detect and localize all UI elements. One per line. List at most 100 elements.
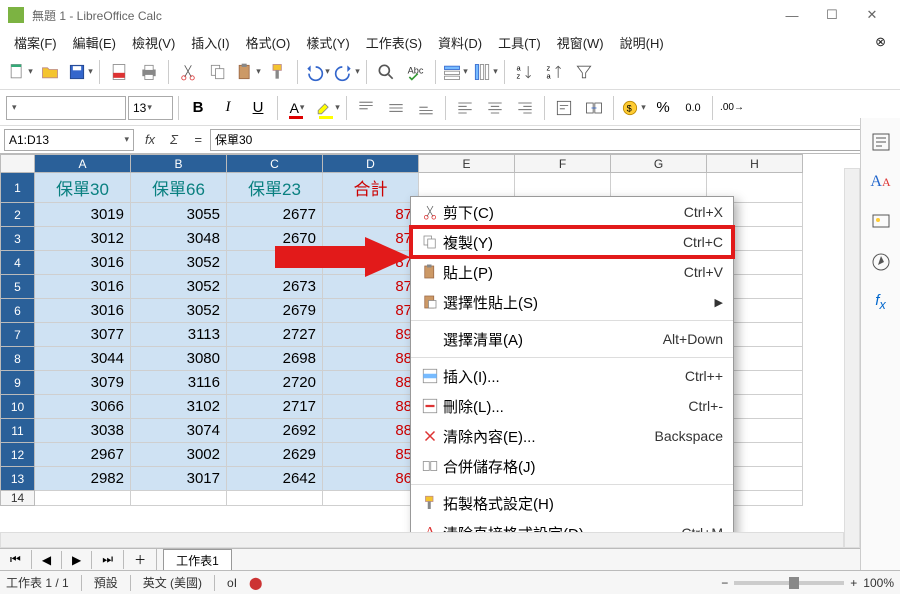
- menu-format[interactable]: 格式(O): [238, 30, 299, 55]
- ctx-paste-special-label: 選擇性貼上(S): [443, 292, 709, 313]
- menu-data[interactable]: 資料(D): [430, 30, 490, 55]
- tab-add-button[interactable]: ＋: [124, 549, 157, 570]
- sheet-tab-1[interactable]: 工作表1: [163, 549, 232, 571]
- menu-styles[interactable]: 樣式(Y): [298, 30, 357, 55]
- paste-button[interactable]: [234, 58, 262, 86]
- ctx-delete[interactable]: 刪除(L)... Ctrl+-: [411, 391, 733, 421]
- insert-cells-icon: [417, 367, 443, 385]
- align-top-button[interactable]: [352, 94, 380, 122]
- ctx-list[interactable]: 選擇清單(A) Alt+Down: [411, 324, 733, 354]
- sidebar-properties-icon[interactable]: [867, 128, 895, 156]
- svg-text:$: $: [627, 103, 632, 113]
- align-bottom-button[interactable]: [412, 94, 440, 122]
- app-icon: [8, 7, 24, 23]
- menu-edit[interactable]: 編輯(E): [65, 30, 124, 55]
- ctx-clone-label: 拓製格式設定(H): [443, 493, 723, 514]
- ctx-delete-label: 刪除(L)...: [443, 396, 688, 417]
- status-lang[interactable]: 英文 (美國): [143, 574, 202, 591]
- ctx-paste-special[interactable]: 選擇性貼上(S) ▶: [411, 287, 733, 317]
- ctx-merge[interactable]: 合併儲存格(J): [411, 451, 733, 481]
- align-vcenter-button[interactable]: [382, 94, 410, 122]
- ctx-list-label: 選擇清單(A): [443, 329, 663, 350]
- font-name-combo[interactable]: [6, 96, 126, 120]
- wrap-button[interactable]: [550, 94, 578, 122]
- redo-button[interactable]: [333, 58, 361, 86]
- align-center-button[interactable]: [481, 94, 509, 122]
- close-doc-icon[interactable]: ⊗: [867, 31, 894, 53]
- bold-button[interactable]: B: [184, 94, 212, 122]
- pdf-button[interactable]: [105, 58, 133, 86]
- sidebar-styles-icon[interactable]: AA: [867, 168, 895, 196]
- status-insert[interactable]: oI: [227, 576, 237, 590]
- tab-first-button[interactable]: ⏮: [0, 550, 32, 569]
- sidebar-gallery-icon[interactable]: [867, 208, 895, 236]
- autofilter-button[interactable]: [570, 58, 598, 86]
- menu-tools[interactable]: 工具(T): [490, 30, 549, 55]
- zoom-out-button[interactable]: −: [721, 576, 728, 590]
- align-right-button[interactable]: [511, 94, 539, 122]
- sidebar-navigator-icon[interactable]: [867, 248, 895, 276]
- sort-desc-button[interactable]: za: [540, 58, 568, 86]
- tab-next-button[interactable]: ▶: [62, 551, 92, 569]
- status-style[interactable]: 預設: [94, 574, 118, 591]
- new-button[interactable]: [6, 58, 34, 86]
- function-wizard-button[interactable]: fx: [138, 129, 162, 151]
- menu-window[interactable]: 視窗(W): [549, 30, 612, 55]
- formula-input[interactable]: 保單30: [210, 129, 896, 151]
- zoom-slider[interactable]: [734, 581, 844, 585]
- ctx-clear[interactable]: 清除內容(E)... Backspace: [411, 421, 733, 451]
- ctx-cut[interactable]: 剪下(C) Ctrl+X: [411, 197, 733, 227]
- font-size-combo[interactable]: 13: [128, 96, 173, 120]
- sidebar-functions-icon[interactable]: fx: [867, 288, 895, 316]
- zoom-value[interactable]: 100%: [863, 576, 894, 590]
- currency-button[interactable]: $: [619, 94, 647, 122]
- menu-insert[interactable]: 插入(I): [183, 30, 237, 55]
- print-button[interactable]: [135, 58, 163, 86]
- minimize-button[interactable]: —: [772, 1, 812, 29]
- save-button[interactable]: [66, 58, 94, 86]
- spellcheck-button[interactable]: Abc: [402, 58, 430, 86]
- tab-last-button[interactable]: ⏭: [92, 550, 124, 569]
- underline-button[interactable]: U: [244, 94, 272, 122]
- row-button[interactable]: [441, 58, 469, 86]
- menu-file[interactable]: 檔案(F): [6, 30, 65, 55]
- align-left-button[interactable]: [451, 94, 479, 122]
- menu-help[interactable]: 說明(H): [612, 30, 672, 55]
- copy-icon: [417, 233, 443, 251]
- ctx-merge-label: 合併儲存格(J): [443, 456, 723, 477]
- number-button[interactable]: 0.0: [679, 94, 707, 122]
- close-button[interactable]: ✕: [852, 1, 892, 29]
- tab-prev-button[interactable]: ◀: [32, 551, 62, 569]
- sidebar: AA fx: [860, 118, 900, 570]
- percent-button[interactable]: %: [649, 94, 677, 122]
- merge-button[interactable]: [580, 94, 608, 122]
- col-button[interactable]: [471, 58, 499, 86]
- zoom-in-button[interactable]: +: [850, 576, 857, 590]
- maximize-button[interactable]: ☐: [812, 1, 852, 29]
- equals-button[interactable]: =: [186, 129, 210, 151]
- copy-button[interactable]: [204, 58, 232, 86]
- name-box[interactable]: A1:D13▾: [4, 129, 134, 151]
- horizontal-scrollbar[interactable]: [0, 532, 844, 548]
- clone-format-button[interactable]: [264, 58, 292, 86]
- vertical-scrollbar[interactable]: [844, 168, 860, 548]
- menu-sheet[interactable]: 工作表(S): [358, 30, 430, 55]
- sum-button[interactable]: Σ: [162, 129, 186, 151]
- cut-button[interactable]: [174, 58, 202, 86]
- ctx-delete-shortcut: Ctrl+-: [688, 398, 723, 414]
- font-color-button[interactable]: A: [283, 94, 311, 122]
- toolbar-standard: Abc az za: [0, 54, 900, 90]
- find-button[interactable]: [372, 58, 400, 86]
- highlight-color-button[interactable]: [313, 94, 341, 122]
- sort-asc-button[interactable]: az: [510, 58, 538, 86]
- italic-button[interactable]: I: [214, 94, 242, 122]
- ctx-copy-shortcut: Ctrl+C: [683, 234, 723, 250]
- inc-decimal-button[interactable]: .00→: [718, 94, 746, 122]
- menu-view[interactable]: 檢視(V): [124, 30, 183, 55]
- ctx-insert[interactable]: 插入(I)... Ctrl++: [411, 361, 733, 391]
- ctx-clone-format[interactable]: 拓製格式設定(H): [411, 488, 733, 518]
- open-button[interactable]: [36, 58, 64, 86]
- ctx-paste[interactable]: 貼上(P) Ctrl+V: [411, 257, 733, 287]
- undo-button[interactable]: [303, 58, 331, 86]
- ctx-copy[interactable]: 複製(Y) Ctrl+C: [411, 227, 733, 257]
